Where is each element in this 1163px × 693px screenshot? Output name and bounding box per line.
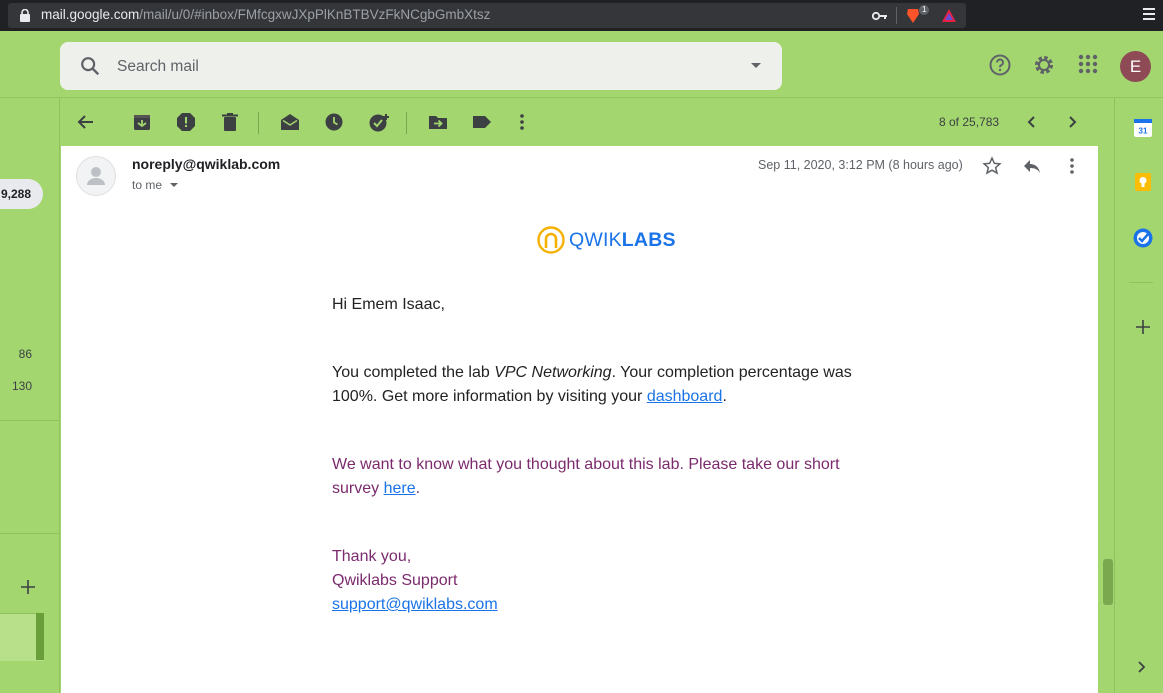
- sidebar-count: 86: [18, 347, 32, 361]
- back-icon[interactable]: [76, 112, 96, 132]
- dashboard-link[interactable]: dashboard: [647, 388, 723, 405]
- message-date: Sep 11, 2020, 3:12 PM (8 hours ago): [758, 158, 963, 172]
- chevron-down-icon[interactable]: [169, 181, 179, 189]
- sidebar-divider-line: [0, 533, 59, 534]
- key-icon[interactable]: [872, 11, 888, 21]
- sidebar-count: 130: [11, 379, 32, 393]
- url-text: mail.google.com/mail/u/0/#inbox/FMfcgxwJ…: [41, 7, 491, 22]
- plus-icon[interactable]: [20, 579, 36, 595]
- message-count: 8 of 25,783: [939, 115, 1000, 129]
- side-panel-divider: [1129, 282, 1153, 283]
- survey-link[interactable]: here: [384, 480, 416, 497]
- header-divider: [0, 97, 1163, 98]
- more-vert-icon[interactable]: [512, 112, 532, 132]
- qwiklabs-logo-icon: [537, 226, 565, 254]
- keep-icon[interactable]: [1133, 172, 1153, 192]
- help-icon[interactable]: [988, 53, 1012, 77]
- brave-icon[interactable]: [906, 7, 920, 24]
- report-spam-icon[interactable]: [176, 112, 196, 132]
- plus-icon[interactable]: [1135, 319, 1151, 335]
- browser-bar: mail.google.com/mail/u/0/#inbox/FMfcgxwJ…: [0, 0, 1163, 31]
- triangle-icon[interactable]: [941, 8, 957, 23]
- address-bar[interactable]: mail.google.com/mail/u/0/#inbox/FMfcgxwJ…: [8, 3, 966, 28]
- recipient-details[interactable]: to me: [132, 178, 179, 192]
- brave-badge: 1: [919, 5, 930, 15]
- inbox-unread-badge[interactable]: 9,288: [0, 179, 43, 209]
- search-input[interactable]: Search mail: [117, 58, 199, 76]
- scrollbar-thumb[interactable]: [1103, 559, 1113, 605]
- chevron-right-icon[interactable]: [1064, 114, 1080, 130]
- sender-name: noreply@qwiklab.com: [132, 156, 281, 172]
- sidebar-divider-line: [0, 420, 59, 421]
- chevron-left-icon[interactable]: [1024, 114, 1040, 130]
- toolbar-divider: [258, 112, 259, 134]
- delete-icon[interactable]: [220, 112, 240, 132]
- support-email-link[interactable]: support@qwiklabs.com: [332, 596, 498, 613]
- sidebar-divider: [59, 98, 60, 693]
- survey-paragraph: We want to know what you thought about t…: [332, 456, 840, 497]
- settings-icon[interactable]: [1032, 53, 1056, 77]
- greeting: Hi Emem Isaac,: [332, 296, 445, 313]
- side-panel-divider: [1114, 98, 1115, 693]
- account-avatar[interactable]: E: [1120, 51, 1151, 82]
- label-icon[interactable]: [472, 112, 492, 132]
- menu-icon[interactable]: [1143, 7, 1155, 21]
- reply-icon[interactable]: [1022, 156, 1042, 176]
- toolbar-divider: [406, 112, 407, 134]
- qwiklabs-logo: QWIKLABS: [569, 229, 676, 251]
- chevron-right-icon[interactable]: [1136, 660, 1148, 674]
- search-options-icon[interactable]: [750, 62, 762, 70]
- sender-avatar: [76, 156, 116, 196]
- sidebar-scrollbar[interactable]: [36, 613, 44, 660]
- search-icon[interactable]: [79, 55, 101, 77]
- person-icon: [87, 167, 105, 185]
- star-icon[interactable]: [982, 156, 1002, 176]
- search-bar[interactable]: Search mail: [60, 42, 782, 90]
- add-task-icon[interactable]: [368, 112, 390, 134]
- calendar-icon[interactable]: 31: [1133, 118, 1153, 138]
- move-to-icon[interactable]: [428, 112, 448, 132]
- support-email: support@qwiklabs.com: [332, 593, 872, 617]
- ext-divider: [896, 7, 897, 24]
- more-vert-icon[interactable]: [1062, 156, 1082, 176]
- completion-paragraph: You completed the lab VPC Networking. Yo…: [332, 364, 852, 405]
- archive-icon[interactable]: [132, 112, 152, 132]
- lock-icon: [20, 9, 30, 22]
- svg-text:31: 31: [1139, 127, 1148, 136]
- signature: Qwiklabs Support: [332, 572, 458, 589]
- apps-icon[interactable]: [1077, 53, 1099, 75]
- snooze-icon[interactable]: [324, 112, 344, 132]
- mark-unread-icon[interactable]: [280, 112, 300, 132]
- signoff: Thank you,: [332, 548, 412, 565]
- message-view: noreply@qwiklab.com to me Sep 11, 2020, …: [61, 146, 1098, 693]
- tasks-icon[interactable]: [1133, 228, 1153, 248]
